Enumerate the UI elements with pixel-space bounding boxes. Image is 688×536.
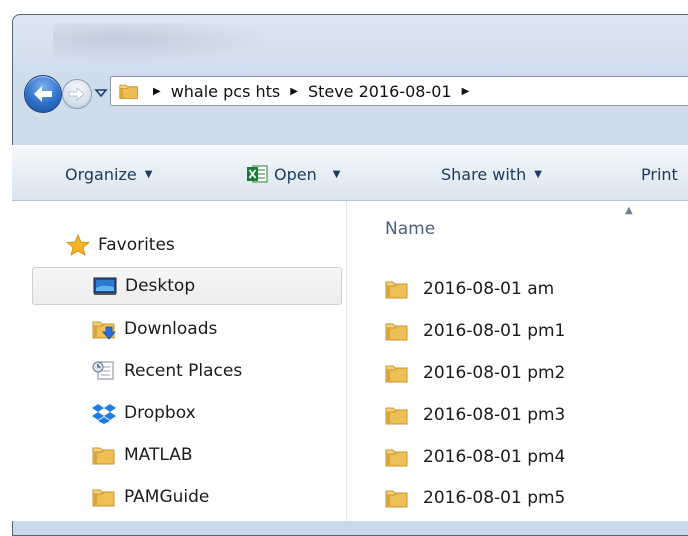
organize-label: Organize: [65, 164, 137, 184]
list-item[interactable]: 2016-08-01 pm2: [385, 353, 565, 393]
back-arrow-icon: [34, 86, 52, 102]
file-name: 2016-08-01 pm3: [423, 405, 566, 425]
chevron-down-icon[interactable]: ▼: [333, 169, 341, 180]
folder-icon: [385, 362, 409, 384]
breadcrumb-arrow-icon[interactable]: ▶: [462, 86, 470, 97]
print-button[interactable]: Print: [641, 146, 678, 202]
file-name: 2016-08-01 pm5: [423, 488, 566, 508]
file-list-pane: ▲ Name 2016-08-01 am 2016-08-01 pm1 2016…: [347, 201, 688, 521]
sidebar-item-desktop[interactable]: Desktop: [32, 267, 342, 305]
downloads-icon: [92, 318, 116, 340]
address-bar[interactable]: ▶ whale pcs hts ▶ Steve 2016-08-01 ▶: [110, 76, 688, 106]
breadcrumb-arrow-icon[interactable]: ▶: [290, 86, 298, 97]
breadcrumb-arrow-icon[interactable]: ▶: [153, 86, 161, 97]
recent-places-icon: [92, 361, 114, 380]
title-bar-background: [53, 23, 273, 63]
list-item[interactable]: 2016-08-01 pm5: [385, 478, 565, 518]
open-label: Open: [274, 164, 317, 184]
back-button[interactable]: [24, 75, 62, 113]
dropbox-icon: [92, 404, 116, 424]
print-label: Print: [641, 164, 678, 184]
excel-icon: [247, 165, 268, 183]
navigation-pane: Favorites Desktop Downloads Recent Place…: [12, 201, 347, 521]
column-header-name[interactable]: Name: [385, 219, 435, 239]
list-item[interactable]: 2016-08-01 pm4: [385, 437, 565, 477]
list-item[interactable]: 2016-08-01 pm3: [385, 395, 565, 435]
recent-pages-chevron-icon[interactable]: [94, 86, 108, 100]
sidebar-item-label: Downloads: [124, 319, 218, 339]
desktop-icon: [93, 277, 117, 295]
file-name: 2016-08-01 pm2: [423, 363, 566, 383]
sort-ascending-icon: ▲: [625, 205, 633, 216]
sidebar-item-label: PAMGuide: [124, 487, 210, 507]
sidebar-item-label: Dropbox: [124, 403, 196, 423]
file-name: 2016-08-01 pm1: [423, 321, 566, 341]
folder-icon: [385, 404, 409, 426]
open-button[interactable]: Open ▼: [246, 146, 340, 202]
folder-icon: [92, 444, 116, 466]
command-bar: Organize ▼ Open ▼ Share with ▼ Print: [12, 145, 688, 201]
forward-button[interactable]: [62, 79, 92, 109]
breadcrumb-item[interactable]: Steve 2016-08-01: [308, 82, 452, 101]
folder-icon: [385, 278, 409, 300]
list-item[interactable]: 2016-08-01 am: [385, 269, 554, 309]
organize-button[interactable]: Organize ▼: [65, 146, 152, 202]
breadcrumb-item[interactable]: whale pcs hts: [171, 82, 281, 101]
folder-icon: [385, 487, 409, 509]
forward-arrow-icon: [68, 87, 85, 101]
sidebar-item-label: MATLAB: [124, 445, 193, 465]
chevron-down-icon: ▼: [144, 168, 153, 180]
folder-icon: [385, 446, 409, 468]
folder-icon: [119, 81, 139, 101]
share-with-button[interactable]: Share with ▼: [441, 146, 542, 202]
folder-icon: [385, 320, 409, 342]
file-name: 2016-08-01 am: [423, 279, 555, 299]
favorites-label: Favorites: [98, 235, 175, 255]
file-name: 2016-08-01 pm4: [423, 447, 566, 467]
sidebar-item-label: Desktop: [125, 276, 196, 296]
share-with-label: Share with: [441, 164, 527, 184]
nav-favorites[interactable]: Favorites: [66, 226, 376, 264]
sidebar-item-label: Recent Places: [124, 361, 243, 381]
folder-icon: [92, 486, 116, 508]
star-icon: [66, 234, 90, 256]
list-item[interactable]: 2016-08-01 pm1: [385, 311, 565, 351]
chevron-down-icon: ▼: [534, 168, 542, 180]
